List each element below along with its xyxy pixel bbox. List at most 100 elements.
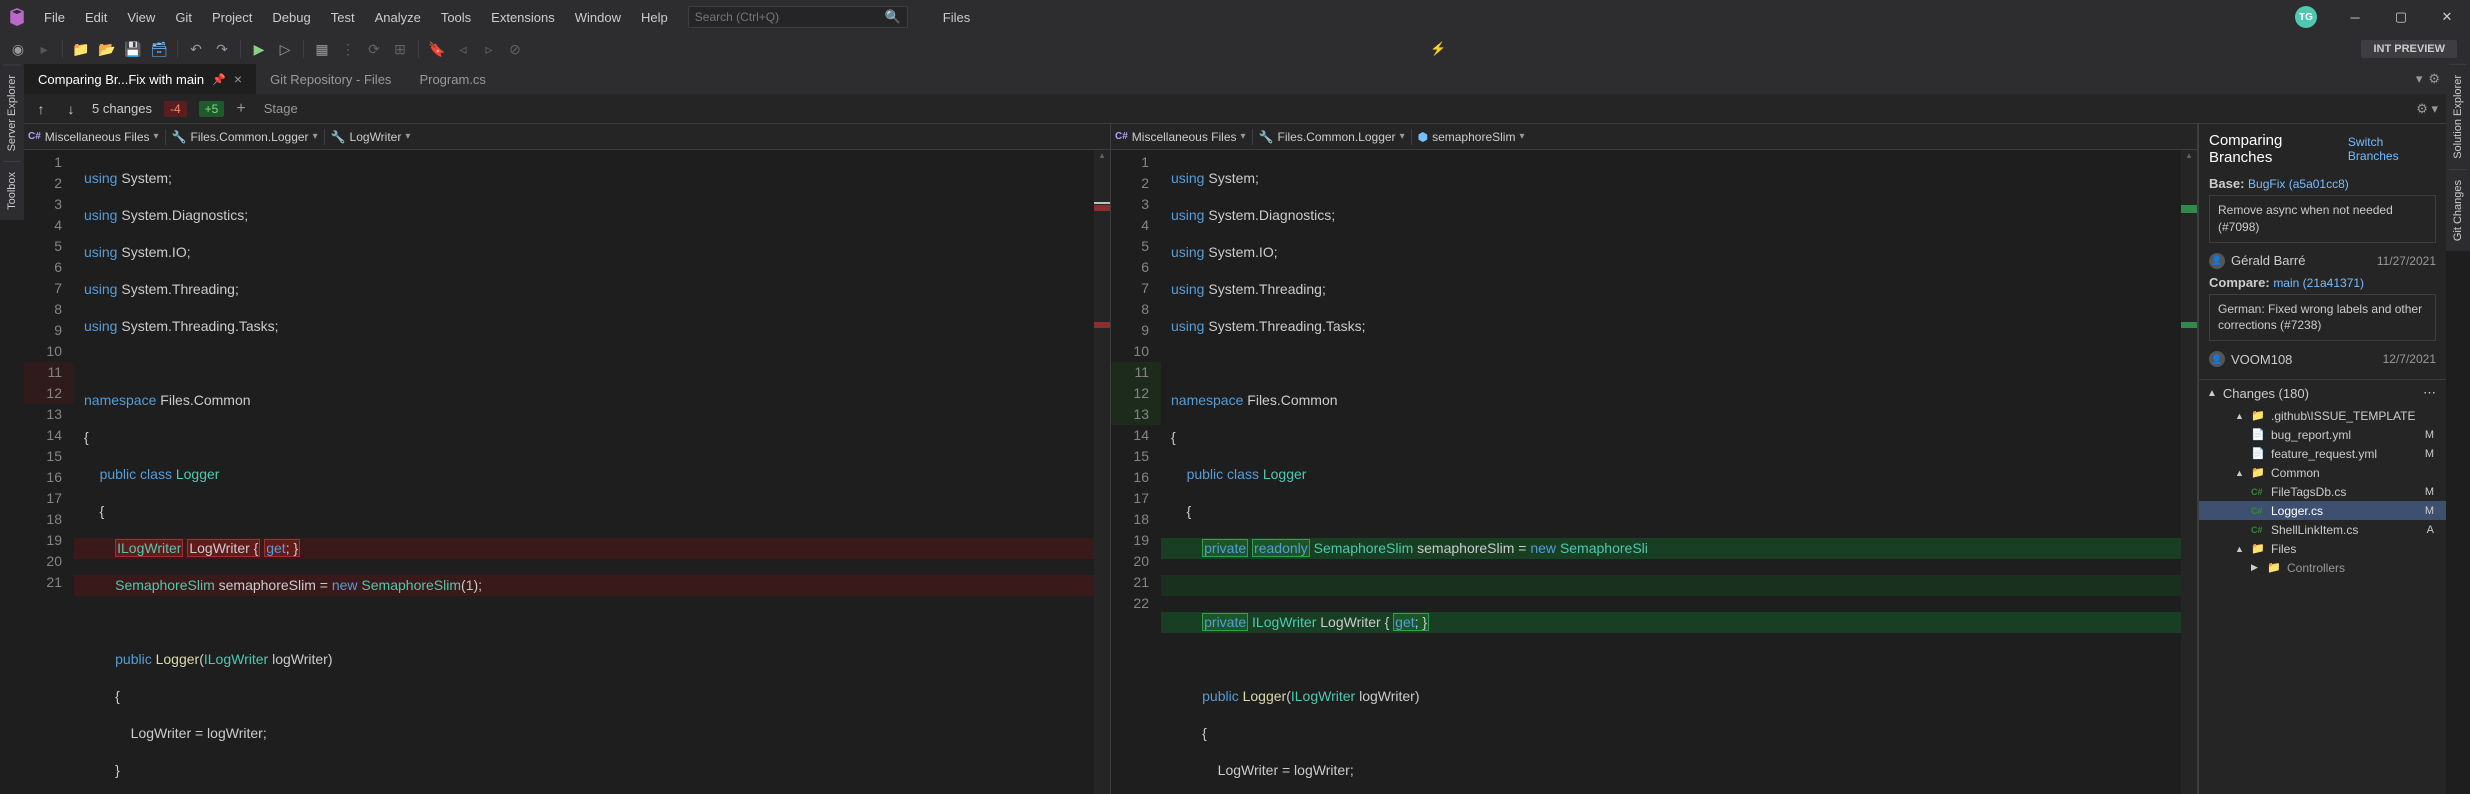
right-breadcrumb: C#Miscellaneous Files▾ 🔧Files.Common.Log… — [1111, 124, 2197, 150]
tab-comparing[interactable]: Comparing Br...Fix with main 📌 × — [24, 64, 256, 94]
menu-project[interactable]: Project — [202, 2, 262, 33]
tab-programcs[interactable]: Program.cs — [405, 64, 499, 94]
menu-file[interactable]: File — [34, 2, 75, 33]
tree-row[interactable]: C#ShellLinkItem.csA — [2199, 520, 2446, 539]
tree-item-label: FileTagsDb.cs — [2271, 485, 2346, 499]
status-badge: A — [2427, 524, 2438, 536]
title-bar: File Edit View Git Project Debug Test An… — [0, 0, 2470, 34]
menu-analyze[interactable]: Analyze — [365, 2, 431, 33]
menu-debug[interactable]: Debug — [262, 2, 320, 33]
chevron-icon[interactable]: ▶ — [2251, 562, 2261, 573]
document-tabs: Comparing Br...Fix with main 📌 × Git Rep… — [24, 64, 2446, 94]
search-box[interactable]: 🔍 — [688, 6, 908, 28]
left-code-area[interactable]: 12345678910 1112 131415161718192021 usin… — [24, 150, 1110, 794]
stage-button[interactable]: Stage — [264, 101, 298, 116]
menu-help[interactable]: Help — [631, 2, 678, 33]
crumb-member-right[interactable]: ⬢semaphoreSlim▾ — [1414, 130, 1529, 144]
toolbox-tab[interactable]: Toolbox — [3, 161, 21, 220]
bookmark-icon[interactable]: 🔖 — [427, 39, 447, 59]
undo-icon[interactable]: ↶ — [186, 39, 206, 59]
user-avatar[interactable]: TG — [2295, 6, 2317, 28]
close-icon[interactable]: × — [234, 71, 242, 87]
toolbar-icon-c[interactable]: ⟳ — [364, 39, 384, 59]
crumb-class-right[interactable]: 🔧Files.Common.Logger▾ — [1255, 130, 1409, 144]
crumb-project-left[interactable]: C#Miscellaneous Files▾ — [24, 130, 163, 144]
menu-tools[interactable]: Tools — [431, 2, 481, 33]
int-preview-badge[interactable]: INT PREVIEW — [2361, 40, 2457, 58]
menu-window[interactable]: Window — [565, 2, 631, 33]
file-icon: 📄 — [2251, 447, 2265, 460]
switch-branches-link[interactable]: Switch Branches — [2348, 135, 2436, 163]
tree-row[interactable]: ▶ 📁 Controllers — [2199, 558, 2446, 577]
new-project-icon[interactable]: 📁 — [71, 39, 91, 59]
chevron-icon[interactable]: ▲ — [2235, 544, 2245, 554]
tree-row[interactable]: ▲📁Files — [2199, 539, 2446, 558]
right-overview-ruler[interactable]: ▴ — [2181, 150, 2197, 794]
nav-fwd-icon[interactable]: ▸ — [34, 39, 54, 59]
compare-label: Compare: — [2209, 275, 2270, 290]
changes-count-header: Changes (180) — [2223, 386, 2309, 401]
right-code: using System; using System.Diagnostics; … — [1161, 150, 2181, 794]
prev-diff-icon[interactable]: ↑ — [32, 101, 50, 117]
compare-author: VOOM108 — [2231, 352, 2292, 367]
tree-row[interactable]: ▲📁.github\ISSUE_TEMPLATE — [2199, 406, 2446, 425]
tab-dropdown-icon[interactable]: ▾ — [2416, 71, 2423, 87]
changes-count-label: 5 changes — [92, 101, 152, 116]
diff-settings-icon[interactable]: ⚙ ▾ — [2416, 101, 2438, 117]
crumb-project-right[interactable]: C#Miscellaneous Files▾ — [1111, 130, 1250, 144]
redo-icon[interactable]: ↷ — [212, 39, 232, 59]
maximize-button[interactable]: ▢ — [2378, 0, 2424, 34]
next-diff-icon[interactable]: ↓ — [62, 101, 80, 117]
tab-settings-icon[interactable]: ⚙ — [2428, 71, 2440, 87]
chevron-icon[interactable]: ▲ — [2235, 411, 2245, 421]
server-explorer-tab[interactable]: Server Explorer — [3, 64, 21, 161]
compare-branch-link[interactable]: main (21a41371) — [2273, 276, 2364, 290]
tree-row[interactable]: C#Logger.csM — [2199, 501, 2446, 520]
status-badge: M — [2425, 429, 2438, 441]
start-no-debug-icon[interactable]: ▷ — [275, 39, 295, 59]
close-button[interactable]: ✕ — [2424, 0, 2470, 34]
git-changes-tab[interactable]: Git Changes — [2449, 169, 2467, 251]
bookmark-prev-icon[interactable]: ◃ — [453, 39, 473, 59]
tree-item-label: Files — [2271, 542, 2296, 556]
open-file-icon[interactable]: 📂 — [97, 39, 117, 59]
folder-icon: 📁 — [2251, 409, 2265, 422]
changes-tree-header[interactable]: ▲ Changes (180) ⋯ — [2199, 379, 2446, 406]
csharp-file-icon: C# — [2251, 524, 2265, 536]
crumb-class-left[interactable]: 🔧Files.Common.Logger▾ — [168, 130, 322, 144]
save-all-icon[interactable]: 🗃 — [149, 39, 169, 59]
minimize-button[interactable]: ─ — [2332, 0, 2378, 34]
panel-title: Comparing Branches — [2209, 132, 2348, 166]
tree-row[interactable]: 📄bug_report.ymlM — [2199, 425, 2446, 444]
chevron-icon[interactable]: ▲ — [2235, 468, 2245, 478]
search-input[interactable] — [695, 10, 885, 24]
bookmark-next-icon[interactable]: ▹ — [479, 39, 499, 59]
tree-item-label: Controllers — [2287, 561, 2345, 575]
base-branch-link[interactable]: BugFix (a5a01cc8) — [2248, 177, 2349, 191]
left-overview-ruler[interactable]: ▴ — [1094, 150, 1110, 794]
pin-icon[interactable]: 📌 — [212, 73, 226, 86]
menu-test[interactable]: Test — [321, 2, 365, 33]
right-code-area[interactable]: 12345678910 111213 141516171819202122 us… — [1111, 150, 2197, 794]
tab-git-repository[interactable]: Git Repository - Files — [256, 64, 405, 94]
more-options-icon[interactable]: ⋯ — [2423, 385, 2438, 401]
tree-row[interactable]: ▲📁Common — [2199, 463, 2446, 482]
crumb-member-left[interactable]: 🔧LogWriter▾ — [327, 130, 415, 144]
start-debug-icon[interactable]: ▶ — [249, 39, 269, 59]
menu-git[interactable]: Git — [165, 2, 202, 33]
menu-edit[interactable]: Edit — [75, 2, 117, 33]
tree-row[interactable]: C#FileTagsDb.csM — [2199, 482, 2446, 501]
solution-explorer-tab[interactable]: Solution Explorer — [2449, 64, 2467, 169]
save-icon[interactable]: 💾 — [123, 39, 143, 59]
bookmark-clear-icon[interactable]: ⊘ — [505, 39, 525, 59]
stage-plus-icon[interactable]: + — [236, 100, 245, 118]
menu-view[interactable]: View — [117, 2, 165, 33]
tree-row[interactable]: 📄feature_request.ymlM — [2199, 444, 2446, 463]
nav-back-icon[interactable]: ◉ — [8, 39, 28, 59]
toolbar-icon-b[interactable]: ⋮ — [338, 39, 358, 59]
toolbar-icon-a[interactable]: ▦ — [312, 39, 332, 59]
toolbar-icon-d[interactable]: ⊞ — [390, 39, 410, 59]
live-preview-icon[interactable]: ⚡ — [1430, 41, 1446, 57]
folder-icon: 📁 — [2267, 561, 2281, 574]
menu-extensions[interactable]: Extensions — [481, 2, 565, 33]
